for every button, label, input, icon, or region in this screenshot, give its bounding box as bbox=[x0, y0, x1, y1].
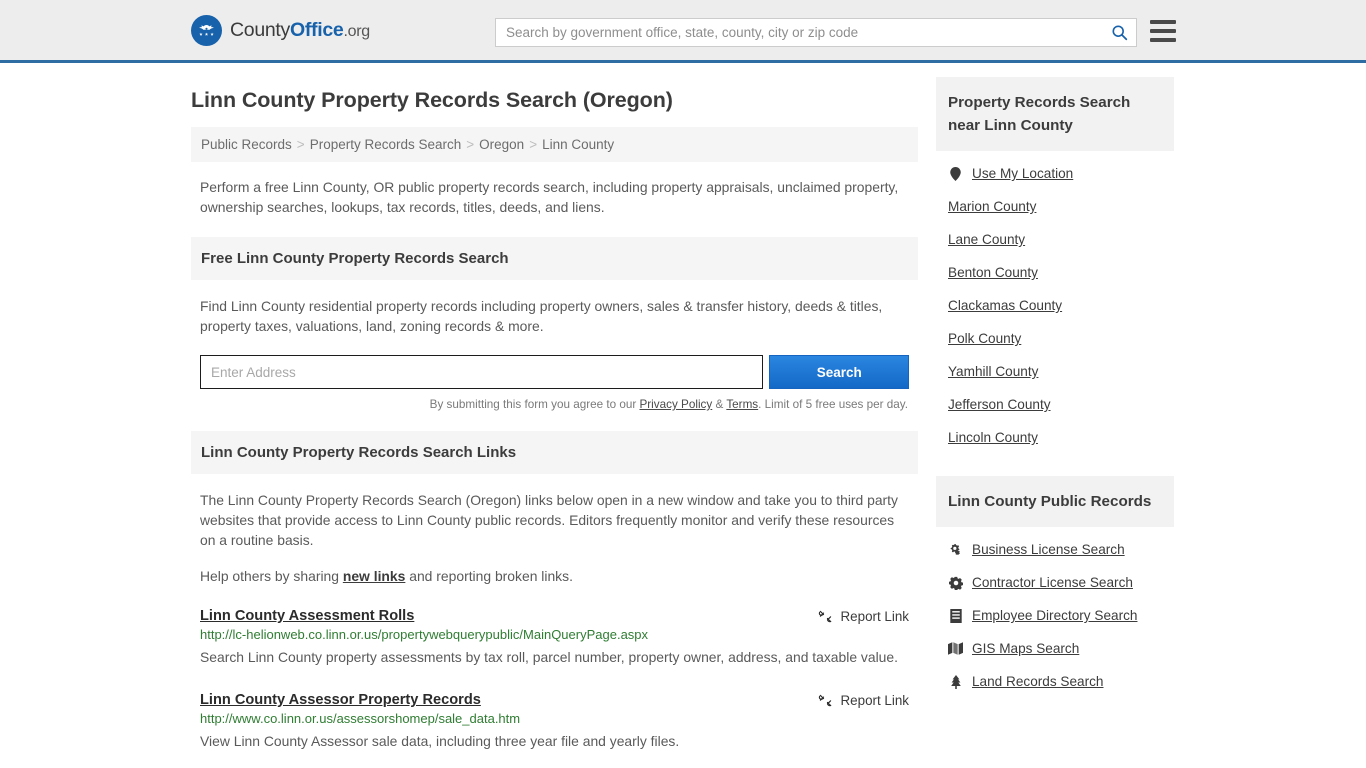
sidebar-item-employee-directory-search[interactable]: Employee Directory Search bbox=[948, 599, 1162, 632]
logo-text-org: .org bbox=[343, 22, 370, 40]
site-logo[interactable]: CountyOffice.org bbox=[191, 14, 370, 46]
sidebar-item-lane-county[interactable]: Lane County bbox=[948, 223, 1162, 256]
sidebar-item-label: Benton County bbox=[948, 265, 1038, 280]
eagle-seal-icon bbox=[191, 14, 222, 46]
breadcrumb-separator: > bbox=[529, 137, 538, 152]
broken-link-icon bbox=[818, 694, 831, 707]
breadcrumb-separator: > bbox=[296, 137, 305, 152]
sidebar-item-label: Use My Location bbox=[972, 166, 1074, 181]
link-result-description: View Linn County Assessor sale data, inc… bbox=[200, 733, 680, 749]
free-search-panel-body: Find Linn County residential property re… bbox=[191, 296, 918, 411]
sidebar-item-yamhill-county[interactable]: Yamhill County bbox=[948, 355, 1162, 388]
breadcrumb-item-public-records[interactable]: Public Records bbox=[201, 137, 292, 152]
sidebar-item-label: Clackamas County bbox=[948, 298, 1063, 313]
sidebar-item-use-my-location[interactable]: Use My Location bbox=[948, 157, 1162, 190]
new-links-link[interactable]: new links bbox=[343, 568, 406, 584]
cogs-icon bbox=[948, 543, 963, 557]
broken-link-icon bbox=[818, 610, 831, 623]
site-header: CountyOffice.org bbox=[0, 0, 1366, 63]
map-icon bbox=[948, 642, 963, 655]
page-container: Linn County Property Records Search (Ore… bbox=[0, 63, 1366, 754]
sidebar: Property Records Search near Linn County… bbox=[936, 77, 1174, 704]
form-legal-note: By submitting this form you agree to our… bbox=[200, 398, 909, 411]
sidebar-item-label: Jefferson County bbox=[948, 397, 1051, 412]
note-amp: & bbox=[712, 398, 727, 411]
link-result-title[interactable]: Linn County Assessment Rolls bbox=[200, 608, 414, 624]
link-result-description: Search Linn County property assessments … bbox=[200, 649, 898, 665]
breadcrumb-item-property-records-search[interactable]: Property Records Search bbox=[310, 137, 462, 152]
map-pin-icon bbox=[948, 166, 963, 181]
privacy-policy-link[interactable]: Privacy Policy bbox=[639, 398, 712, 411]
logo-text-office: Office bbox=[290, 18, 344, 41]
nearby-search-heading: Property Records Search near Linn County bbox=[936, 77, 1174, 151]
breadcrumb: Public Records > Property Records Search > O… bbox=[191, 127, 918, 162]
report-link-label: Report Link bbox=[840, 609, 909, 624]
sidebar-item-label: Yamhill County bbox=[948, 364, 1039, 379]
sidebar-item-label: Marion County bbox=[948, 199, 1037, 214]
sidebar-item-gis-maps-search[interactable]: GIS Maps Search bbox=[948, 632, 1162, 665]
sidebar-item-label: Employee Directory Search bbox=[972, 608, 1138, 623]
sidebar-item-contractor-license-search[interactable]: Contractor License Search bbox=[948, 566, 1162, 599]
free-search-description: Find Linn County residential property re… bbox=[200, 298, 883, 334]
sidebar-item-land-records-search[interactable]: Land Records Search bbox=[948, 665, 1162, 698]
sidebar-item-marion-county[interactable]: Marion County bbox=[948, 190, 1162, 223]
gear-icon bbox=[948, 576, 963, 590]
book-icon bbox=[948, 608, 963, 623]
sidebar-item-label: Lane County bbox=[948, 232, 1026, 247]
link-result-header: Linn County Assessment Rolls Report Link bbox=[200, 608, 909, 624]
public-records-list: Business License Search Contractor Licen… bbox=[936, 527, 1174, 698]
tree-icon bbox=[948, 674, 963, 689]
sidebar-item-benton-county[interactable]: Benton County bbox=[948, 256, 1162, 289]
breadcrumb-separator: > bbox=[466, 137, 475, 152]
sidebar-item-label: Contractor License Search bbox=[972, 575, 1133, 590]
sidebar-item-label: Business License Search bbox=[972, 542, 1125, 557]
main-column: Linn County Property Records Search (Ore… bbox=[191, 63, 918, 754]
search-icon[interactable] bbox=[1102, 19, 1136, 46]
logo-text-county: County bbox=[230, 18, 290, 41]
sidebar-item-label: GIS Maps Search bbox=[972, 641, 1080, 656]
sidebar-item-clackamas-county[interactable]: Clackamas County bbox=[948, 289, 1162, 322]
address-input[interactable] bbox=[200, 355, 764, 389]
report-link-button[interactable]: Report Link bbox=[818, 608, 909, 624]
page-title: Linn County Property Records Search (Ore… bbox=[191, 88, 673, 112]
links-panel-heading: Linn County Property Records Search Link… bbox=[191, 431, 918, 474]
nearby-search-panel: Property Records Search near Linn County… bbox=[936, 77, 1174, 454]
report-link-label: Report Link bbox=[840, 693, 909, 708]
sidebar-item-label: Lincoln County bbox=[948, 430, 1038, 445]
public-records-panel: Linn County Public Records Business Lice… bbox=[936, 476, 1174, 698]
global-search-bar[interactable] bbox=[495, 18, 1137, 47]
link-result-title[interactable]: Linn County Assessor Property Records bbox=[200, 692, 481, 708]
link-result-header: Linn County Assessor Property Records Re… bbox=[200, 692, 909, 708]
help-prefix: Help others by sharing bbox=[200, 568, 343, 584]
terms-link[interactable]: Terms bbox=[726, 398, 758, 411]
sidebar-item-label: Land Records Search bbox=[972, 674, 1104, 689]
help-suffix: and reporting broken links. bbox=[405, 568, 573, 584]
public-records-heading: Linn County Public Records bbox=[936, 476, 1174, 527]
link-result-item: Linn County Assessment Rolls Report Link… bbox=[191, 608, 918, 670]
breadcrumb-item-oregon[interactable]: Oregon bbox=[479, 137, 524, 152]
address-search-form: Search bbox=[200, 355, 909, 389]
link-result-url[interactable]: http://lc-helionweb.co.linn.or.us/proper… bbox=[200, 627, 909, 642]
sidebar-item-jefferson-county[interactable]: Jefferson County bbox=[948, 388, 1162, 421]
breadcrumb-item-linn-county[interactable]: Linn County bbox=[542, 137, 614, 152]
links-panel-body: The Linn County Property Records Search … bbox=[191, 490, 918, 586]
links-panel-paragraph: The Linn County Property Records Search … bbox=[200, 492, 898, 548]
note-suffix: . Limit of 5 free uses per day. bbox=[758, 398, 908, 411]
link-result-item: Linn County Assessor Property Records Re… bbox=[191, 692, 918, 754]
hamburger-menu-icon[interactable] bbox=[1150, 20, 1176, 42]
links-panel-help-text: Help others by sharing new links and rep… bbox=[200, 566, 909, 586]
address-search-button[interactable]: Search bbox=[769, 355, 909, 389]
sidebar-item-lincoln-county[interactable]: Lincoln County bbox=[948, 421, 1162, 454]
report-link-button[interactable]: Report Link bbox=[818, 692, 909, 708]
sidebar-item-label: Polk County bbox=[948, 331, 1022, 346]
link-result-url[interactable]: http://www.co.linn.or.us/assessorshomep/… bbox=[200, 711, 909, 726]
page-intro-text: Perform a free Linn County, OR public pr… bbox=[200, 179, 899, 215]
nearby-search-list: Use My Location Marion County Lane Count… bbox=[936, 151, 1174, 454]
sidebar-item-polk-county[interactable]: Polk County bbox=[948, 322, 1162, 355]
free-search-panel-heading: Free Linn County Property Records Search bbox=[191, 237, 918, 280]
logo-wordmark: CountyOffice.org bbox=[230, 19, 370, 42]
global-search-input[interactable] bbox=[496, 19, 1102, 46]
note-prefix: By submitting this form you agree to our bbox=[429, 398, 640, 411]
sidebar-item-business-license-search[interactable]: Business License Search bbox=[948, 533, 1162, 566]
